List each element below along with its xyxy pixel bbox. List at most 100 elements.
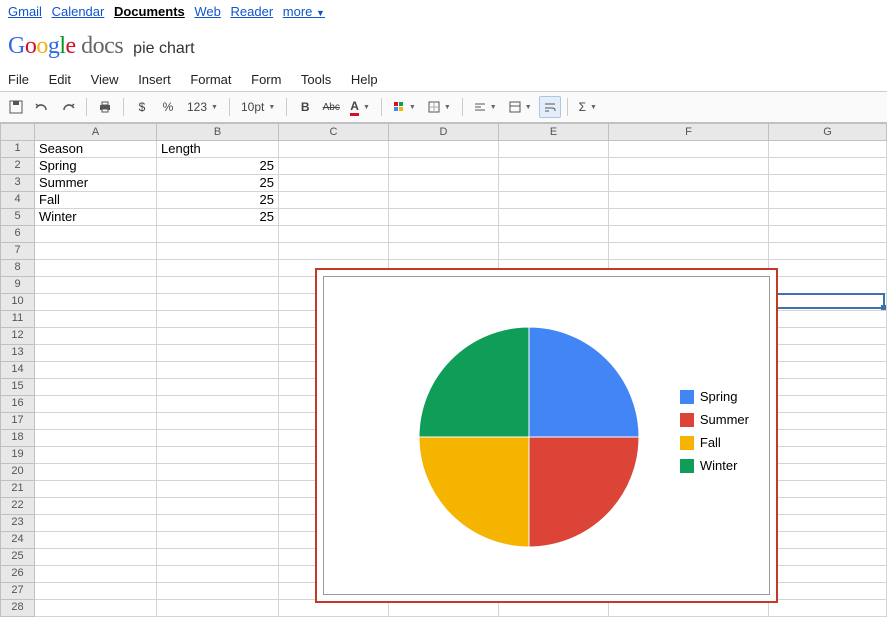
cell-g7[interactable] xyxy=(769,243,887,260)
row-header[interactable]: 4 xyxy=(0,192,35,209)
column-header-b[interactable]: B xyxy=(157,123,279,141)
cell-e5[interactable] xyxy=(499,209,609,226)
text-color-button[interactable]: A▼ xyxy=(345,96,375,118)
cell-b9[interactable] xyxy=(157,277,279,294)
cell-b16[interactable] xyxy=(157,396,279,413)
row-header[interactable]: 2 xyxy=(0,158,35,175)
menu-file[interactable]: File xyxy=(8,72,29,87)
cell-f5[interactable] xyxy=(609,209,769,226)
cell-e4[interactable] xyxy=(499,192,609,209)
cell-c7[interactable] xyxy=(279,243,389,260)
nav-gmail[interactable]: Gmail xyxy=(8,4,42,19)
cell-a3[interactable]: Summer xyxy=(35,175,157,192)
cell-a5[interactable]: Winter xyxy=(35,209,157,226)
bold-button[interactable]: B xyxy=(293,96,317,118)
cell-f2[interactable] xyxy=(609,158,769,175)
save-icon[interactable] xyxy=(4,96,28,118)
cell-g22[interactable] xyxy=(769,498,887,515)
select-all-corner[interactable] xyxy=(0,123,35,141)
cell-b18[interactable] xyxy=(157,430,279,447)
cell-g28[interactable] xyxy=(769,600,887,617)
cell-e2[interactable] xyxy=(499,158,609,175)
cell-g21[interactable] xyxy=(769,481,887,498)
cell-g20[interactable] xyxy=(769,464,887,481)
cell-a13[interactable] xyxy=(35,345,157,362)
column-header-a[interactable]: A xyxy=(35,123,157,141)
cell-c2[interactable] xyxy=(279,158,389,175)
cell-b6[interactable] xyxy=(157,226,279,243)
row-header[interactable]: 13 xyxy=(0,345,35,362)
cell-c3[interactable] xyxy=(279,175,389,192)
cell-b7[interactable] xyxy=(157,243,279,260)
cell-a21[interactable] xyxy=(35,481,157,498)
insert-button[interactable]: ▼ xyxy=(504,96,537,118)
cell-g18[interactable] xyxy=(769,430,887,447)
cell-g16[interactable] xyxy=(769,396,887,413)
percent-button[interactable]: % xyxy=(156,96,180,118)
fill-color-button[interactable]: ▼ xyxy=(388,96,421,118)
cell-g11[interactable] xyxy=(769,311,887,328)
cell-a11[interactable] xyxy=(35,311,157,328)
cell-g3[interactable] xyxy=(769,175,887,192)
cell-g25[interactable] xyxy=(769,549,887,566)
cell-b13[interactable] xyxy=(157,345,279,362)
cell-f1[interactable] xyxy=(609,141,769,158)
row-header[interactable]: 6 xyxy=(0,226,35,243)
cell-c1[interactable] xyxy=(279,141,389,158)
row-header[interactable]: 25 xyxy=(0,549,35,566)
nav-documents[interactable]: Documents xyxy=(114,4,185,19)
cell-a14[interactable] xyxy=(35,362,157,379)
column-header-e[interactable]: E xyxy=(499,123,609,141)
cell-f3[interactable] xyxy=(609,175,769,192)
cell-a6[interactable] xyxy=(35,226,157,243)
cell-d2[interactable] xyxy=(389,158,499,175)
column-header-d[interactable]: D xyxy=(389,123,499,141)
nav-calendar[interactable]: Calendar xyxy=(52,4,105,19)
cell-a10[interactable] xyxy=(35,294,157,311)
row-header[interactable]: 11 xyxy=(0,311,35,328)
cell-a23[interactable] xyxy=(35,515,157,532)
cell-b21[interactable] xyxy=(157,481,279,498)
row-header[interactable]: 28 xyxy=(0,600,35,617)
cell-b24[interactable] xyxy=(157,532,279,549)
menu-view[interactable]: View xyxy=(91,72,119,87)
row-header[interactable]: 7 xyxy=(0,243,35,260)
cell-g9[interactable] xyxy=(769,277,887,294)
row-header[interactable]: 8 xyxy=(0,260,35,277)
row-header[interactable]: 3 xyxy=(0,175,35,192)
row-header[interactable]: 10 xyxy=(0,294,35,311)
cell-g19[interactable] xyxy=(769,447,887,464)
cell-a4[interactable]: Fall xyxy=(35,192,157,209)
cell-b1[interactable]: Length xyxy=(157,141,279,158)
menu-form[interactable]: Form xyxy=(251,72,281,87)
print-icon[interactable] xyxy=(93,96,117,118)
cell-b17[interactable] xyxy=(157,413,279,430)
cell-b8[interactable] xyxy=(157,260,279,277)
strikethrough-button[interactable]: Abc xyxy=(319,96,343,118)
cell-b15[interactable] xyxy=(157,379,279,396)
cell-g4[interactable] xyxy=(769,192,887,209)
undo-icon[interactable] xyxy=(30,96,54,118)
cell-a27[interactable] xyxy=(35,583,157,600)
cell-a8[interactable] xyxy=(35,260,157,277)
nav-reader[interactable]: Reader xyxy=(231,4,274,19)
cell-g6[interactable] xyxy=(769,226,887,243)
row-header[interactable]: 15 xyxy=(0,379,35,396)
cell-a16[interactable] xyxy=(35,396,157,413)
menu-insert[interactable]: Insert xyxy=(138,72,171,87)
chart-object[interactable]: SpringSummerFallWinter xyxy=(315,268,778,603)
row-header[interactable]: 23 xyxy=(0,515,35,532)
cell-g13[interactable] xyxy=(769,345,887,362)
cell-b4[interactable]: 25 xyxy=(157,192,279,209)
row-header[interactable]: 17 xyxy=(0,413,35,430)
row-header[interactable]: 20 xyxy=(0,464,35,481)
cell-g5[interactable] xyxy=(769,209,887,226)
document-title[interactable]: pie chart xyxy=(133,40,194,58)
wrap-text-button[interactable] xyxy=(539,96,561,118)
cell-g12[interactable] xyxy=(769,328,887,345)
cell-g8[interactable] xyxy=(769,260,887,277)
cell-g26[interactable] xyxy=(769,566,887,583)
cell-a15[interactable] xyxy=(35,379,157,396)
row-header[interactable]: 5 xyxy=(0,209,35,226)
cell-b10[interactable] xyxy=(157,294,279,311)
